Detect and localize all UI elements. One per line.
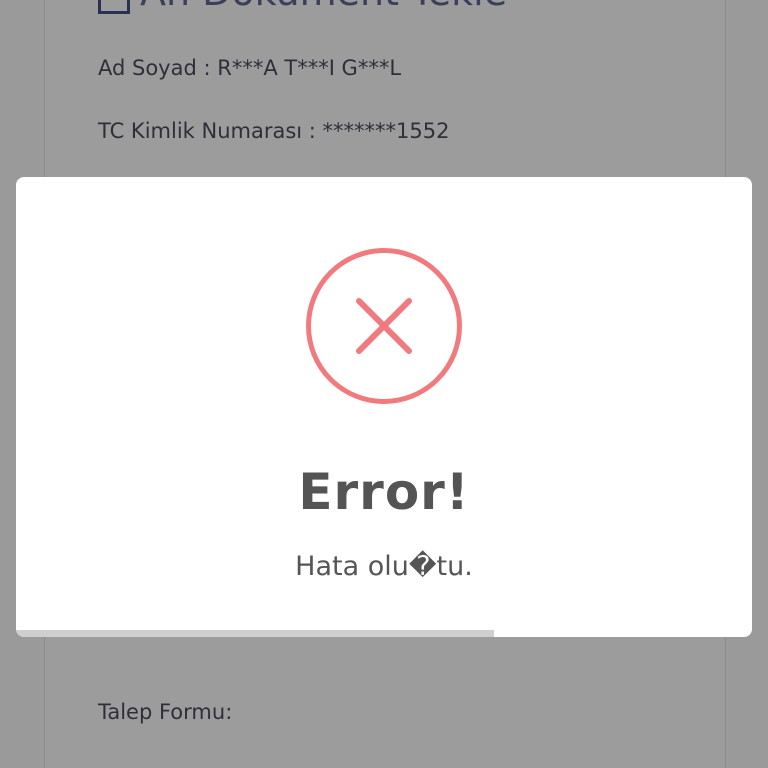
error-x-glyph (356, 298, 412, 354)
background-header-title: An Dokument Tekle (140, 0, 507, 14)
document-icon (98, 0, 130, 14)
auto-close-timer-bar (16, 630, 752, 637)
tc-number-line: TC Kimlik Numarası : *******1552 (98, 119, 450, 143)
error-dialog: Error! Hata olu�tu. (16, 177, 752, 637)
dialog-title: Error! (298, 463, 470, 521)
error-x-icon (306, 248, 462, 404)
background-header: An Dokument Tekle (98, 0, 507, 14)
auto-close-timer-fill (16, 630, 495, 637)
request-form-label: Talep Formu: (98, 700, 233, 724)
dialog-message: Hata olu�tu. (295, 551, 473, 582)
full-name-line: Ad Soyad : R***A T***I G***L (98, 56, 402, 80)
